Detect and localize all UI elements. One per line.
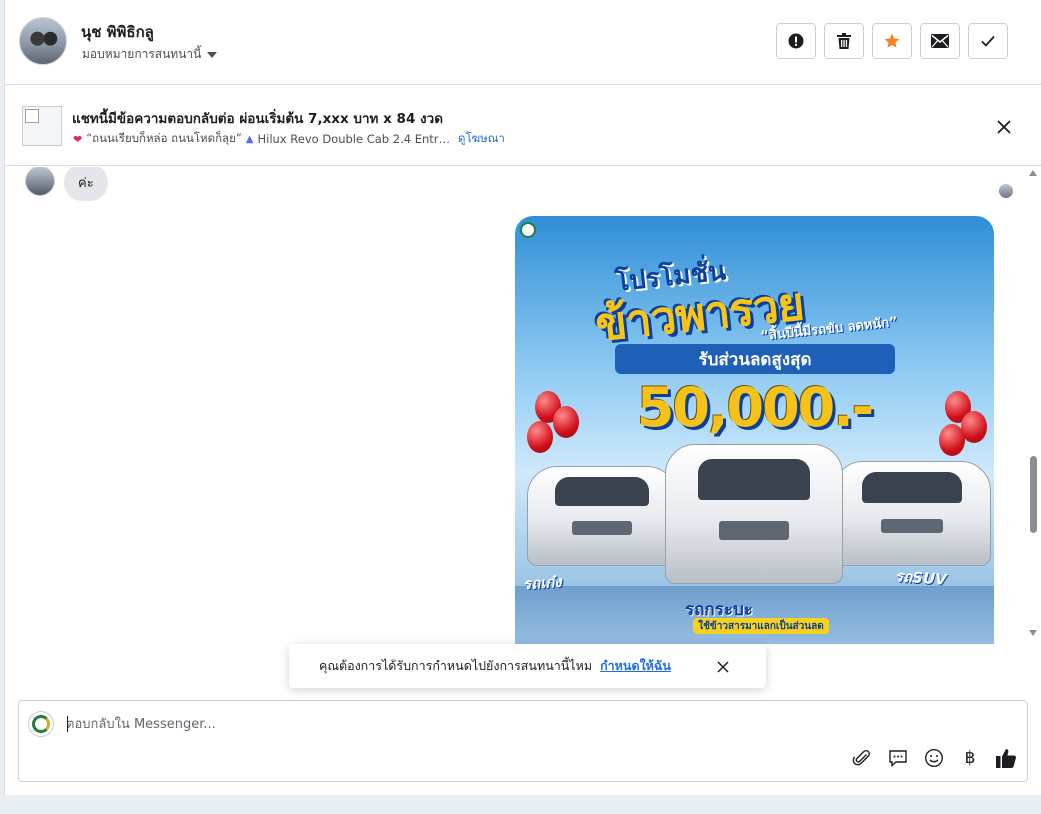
promo-road — [515, 586, 994, 644]
sedan-car-image — [527, 466, 677, 566]
payment-button[interactable]: ฿ — [959, 747, 981, 769]
mark-unread-button[interactable] — [920, 23, 960, 59]
conversation-header: นุช พิพิธิกลู มอบหมายการสนทนานี้ — [5, 0, 1041, 85]
close-ad-banner-button[interactable] — [993, 116, 1015, 138]
view-ad-link[interactable]: ดูโฆษณา — [458, 130, 505, 148]
assign-to-me-link[interactable]: กำหนดให้ฉัน — [600, 656, 671, 676]
car-icon: ▲ — [245, 133, 254, 145]
composer-tools: ฿ — [851, 747, 1017, 769]
paperclip-icon — [852, 750, 870, 766]
baht-icon: ฿ — [964, 748, 976, 768]
promo-label-suv: รถSUV — [894, 567, 948, 589]
emoji-icon — [924, 748, 944, 768]
read-receipt-avatar — [999, 184, 1013, 198]
promo-amount: 50,000.- — [636, 376, 874, 439]
trash-icon — [837, 33, 851, 49]
suv-car-image — [833, 461, 991, 566]
pickup-car-image — [665, 444, 843, 584]
mark-spam-button[interactable] — [776, 23, 816, 59]
ad-thumbnail[interactable] — [22, 106, 62, 146]
close-icon — [717, 661, 729, 673]
heart-icon: ❤ — [73, 132, 83, 146]
saved-reply-icon — [889, 750, 907, 768]
ad-quote: “ถนนเรียบก็หล่อ ถนนโหดก็ลุย” — [86, 131, 242, 145]
message-scrollbar[interactable] — [1028, 167, 1040, 643]
assign-prompt-toast: คุณต้องการได้รับการกำหนดไปยังการสนทนานี้… — [289, 644, 766, 688]
promo-image-message[interactable]: โปรโมชั่น ข้าวพารวย “สิ้นปีนี้มีรถขับ ลด… — [515, 216, 994, 644]
ad-car-name: Hilux Revo Double Cab 2.4 Entr… — [257, 132, 450, 146]
ad-title: แชทนี้มีข้อความตอบกลับต่อ ผ่อนเริ่มต้น 7… — [72, 111, 443, 127]
contact-avatar[interactable] — [19, 17, 67, 65]
assign-label: มอบหมายการสนทนานี้ — [82, 47, 202, 61]
assign-dropdown[interactable]: มอบหมายการสนทนานี้ — [82, 45, 218, 64]
attach-file-button[interactable] — [851, 747, 873, 769]
reply-composer: ฿ — [18, 700, 1028, 782]
check-icon — [981, 35, 995, 47]
ad-context-banner: แชทนี้มีข้อความตอบกลับต่อ ผ่อนเริ่มต้น 7… — [5, 86, 1041, 166]
incoming-message-bubble: ค่ะ — [64, 167, 108, 201]
emoji-button[interactable] — [923, 747, 945, 769]
caret-down-icon — [207, 51, 218, 58]
scroll-down-icon[interactable] — [1029, 630, 1037, 636]
star-icon — [884, 33, 900, 48]
send-like-button[interactable] — [995, 747, 1017, 769]
ad-subtitle: ❤ “ถนนเรียบก็หล่อ ถนนโหดก็ลุย” ▲ Hilux R… — [73, 130, 505, 148]
text-cursor — [67, 716, 68, 732]
assign-prompt-text: คุณต้องการได้รับการกำหนดไปยังการสนทนานี้… — [319, 658, 593, 673]
mail-icon — [931, 34, 949, 48]
scroll-thumb[interactable] — [1030, 456, 1037, 533]
promo-label-sedan: รถเก๋ง — [522, 572, 563, 594]
close-toast-button[interactable] — [715, 659, 731, 675]
thumbs-up-icon — [996, 749, 1016, 768]
alert-icon — [788, 33, 804, 49]
close-icon — [997, 120, 1011, 134]
promo-logo — [520, 222, 536, 238]
header-actions — [776, 23, 1008, 59]
broken-image-icon — [25, 109, 39, 123]
message-thread[interactable]: ค่ะ โปรโมชั่น ข้าวพารวย “สิ้นปีนี้มีรถขั… — [5, 167, 1041, 697]
promo-rice-band: ใช้ข้าวสารมาแลกเป็นส่วนลด — [693, 618, 829, 634]
page-avatar — [28, 711, 54, 737]
reply-input[interactable] — [66, 713, 966, 735]
contact-name[interactable]: นุช พิพิธิกลู — [81, 20, 154, 44]
logo-icon — [520, 222, 536, 238]
conversation-panel: นุช พิพิธิกลู มอบหมายการสนทนานี้ แชทนี้ม… — [4, 0, 1041, 795]
star-button[interactable] — [872, 23, 912, 59]
delete-button[interactable] — [824, 23, 864, 59]
sender-avatar — [25, 167, 55, 196]
mark-done-button[interactable] — [968, 23, 1008, 59]
promo-discount-band: รับส่วนลดสูงสุด — [615, 344, 895, 374]
page-footer-strip — [0, 795, 1041, 814]
scroll-up-icon[interactable] — [1029, 170, 1037, 176]
saved-replies-button[interactable] — [887, 747, 909, 769]
